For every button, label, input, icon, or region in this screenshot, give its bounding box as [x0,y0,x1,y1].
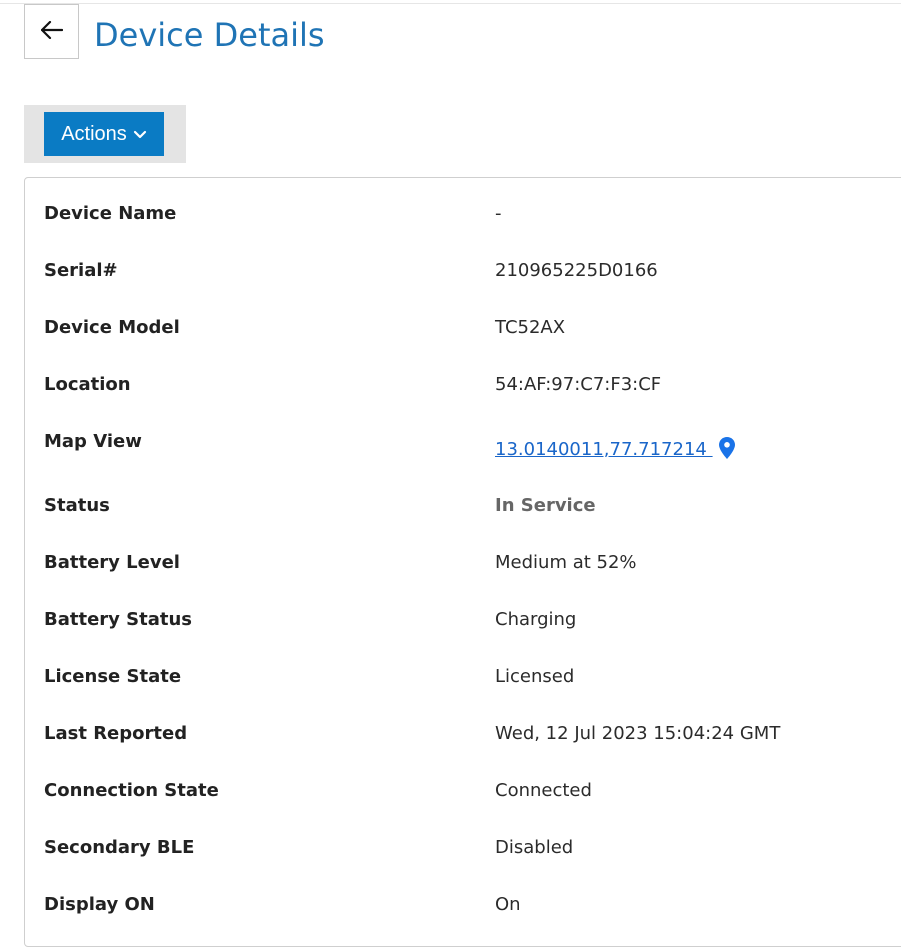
detail-value: 210965225D0166 [495,260,658,281]
detail-label: License State [44,666,182,687]
detail-row-connection-state: Connection State Connected [25,779,901,819]
detail-row-license-state: License State Licensed [25,665,901,705]
detail-row-secondary-ble: Secondary BLE Disabled [25,836,901,876]
page-title: Device Details [94,16,325,54]
detail-value: Charging [495,609,577,630]
detail-row-device-name: Device Name - [25,202,901,242]
detail-row-device-model: Device Model TC52AX [25,316,901,356]
map-view-value: 13.0140011,77.717214 [495,437,735,466]
back-button[interactable] [24,4,79,59]
map-pin-icon[interactable] [718,437,735,466]
detail-row-location: Location 54:AF:97:C7:F3:CF [25,373,901,413]
detail-row-serial: Serial# 210965225D0166 [25,259,901,299]
detail-label: Device Name [44,203,177,224]
detail-value: Wed, 12 Jul 2023 15:04:24 GMT [495,723,781,744]
detail-value: Medium at 52% [495,552,637,573]
detail-value: Connected [495,780,592,801]
detail-row-battery-status: Battery Status Charging [25,608,901,648]
detail-label: Connection State [44,780,219,801]
device-details-card: Device Name - Serial# 210965225D0166 Dev… [24,177,901,947]
detail-value: 54:AF:97:C7:F3:CF [495,374,662,395]
detail-label: Device Model [44,317,180,338]
detail-row-status: Status In Service [25,494,901,534]
detail-label: Battery Level [44,552,180,573]
actions-toolbar: Actions [24,105,186,163]
detail-row-display-on: Display ON On [25,893,901,933]
detail-label: Location [44,374,131,395]
detail-label: Battery Status [44,609,193,630]
detail-value: Disabled [495,837,574,858]
detail-label: Last Reported [44,723,188,744]
detail-row-map-view: Map View 13.0140011,77.717214 [25,430,901,470]
status-value: In Service [495,495,596,516]
detail-label: Map View [44,431,142,452]
arrow-left-icon [40,20,63,43]
detail-row-battery-level: Battery Level Medium at 52% [25,551,901,591]
detail-label: Serial# [44,260,118,281]
detail-value: - [495,203,502,224]
actions-dropdown-button[interactable]: Actions [44,112,164,156]
actions-label: Actions [61,122,127,145]
detail-value: Licensed [495,666,575,687]
detail-value: TC52AX [495,317,566,338]
detail-label: Display ON [44,894,155,915]
detail-row-last-reported: Last Reported Wed, 12 Jul 2023 15:04:24 … [25,722,901,762]
detail-label: Status [44,495,110,516]
map-coordinates-link[interactable]: 13.0140011,77.717214 [495,439,713,460]
detail-label: Secondary BLE [44,837,195,858]
detail-value: On [495,894,521,915]
top-divider [0,3,901,4]
chevron-down-icon [133,123,147,146]
